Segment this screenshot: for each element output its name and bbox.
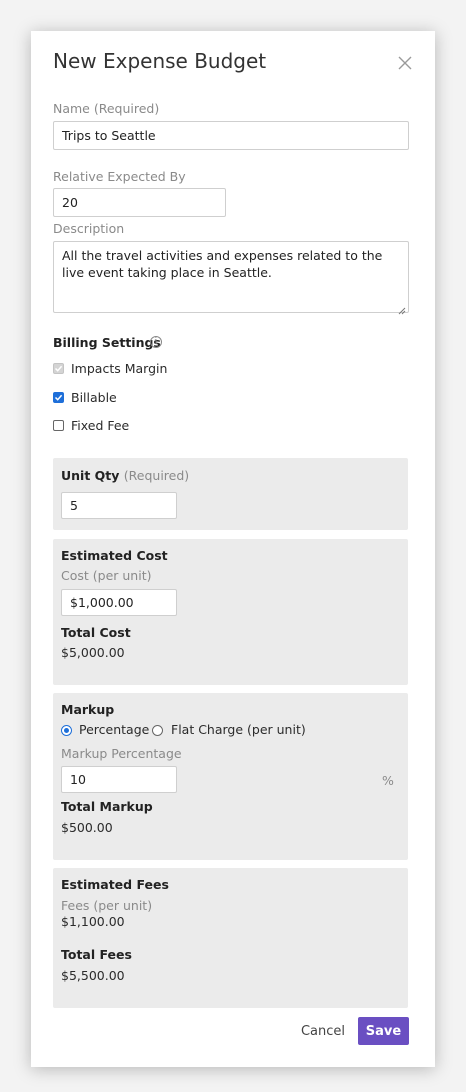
flat-charge-radio-label: Flat Charge (per unit) <box>171 722 306 737</box>
estimated-cost-title: Estimated Cost <box>61 548 168 563</box>
fees-per-unit-value: $1,100.00 <box>61 914 125 929</box>
billable-checkbox[interactable] <box>53 392 64 403</box>
estimated-fees-title: Estimated Fees <box>61 877 169 892</box>
impacts-margin-checkbox[interactable] <box>53 363 64 374</box>
relative-expected-label: Relative Expected By <box>53 169 186 184</box>
total-cost-title: Total Cost <box>61 625 131 640</box>
dialog-title: New Expense Budget <box>53 49 267 73</box>
billing-settings-title: Billing Settings <box>53 335 161 350</box>
description-textarea[interactable]: All the travel activities and expenses r… <box>53 241 409 315</box>
fixed-fee-checkbox[interactable] <box>53 420 64 431</box>
total-fees-title: Total Fees <box>61 947 132 962</box>
unit-qty-title: Unit Qty (Required) <box>61 468 189 483</box>
name-label: Name (Required) <box>53 101 160 116</box>
total-cost-value: $5,000.00 <box>61 645 125 660</box>
info-icon[interactable]: i <box>150 336 162 348</box>
unit-qty-panel: Unit Qty (Required) 5 <box>53 458 408 530</box>
estimated-cost-panel: Estimated Cost Cost (per unit) $1,000.00… <box>53 539 408 685</box>
billable-label: Billable <box>71 390 117 405</box>
close-icon[interactable] <box>395 53 415 73</box>
total-markup-title: Total Markup <box>61 799 153 814</box>
cost-per-unit-label: Cost (per unit) <box>61 568 152 583</box>
name-input[interactable]: Trips to Seattle <box>53 121 409 150</box>
fixed-fee-label: Fixed Fee <box>71 418 130 433</box>
description-text: All the travel activities and expenses r… <box>62 248 383 280</box>
relative-expected-input[interactable]: 20 <box>53 188 226 217</box>
expense-budget-dialog: New Expense Budget Name (Required) Trips… <box>31 31 435 1067</box>
total-markup-value: $500.00 <box>61 820 113 835</box>
estimated-fees-panel: Estimated Fees Fees (per unit) $1,100.00… <box>53 868 408 1008</box>
flat-charge-radio[interactable] <box>152 725 163 736</box>
percentage-radio-label: Percentage <box>79 722 150 737</box>
cost-per-unit-input[interactable]: $1,000.00 <box>61 589 177 616</box>
impacts-margin-label: Impacts Margin <box>71 361 168 376</box>
markup-percentage-input[interactable]: 10 <box>61 766 177 793</box>
description-label: Description <box>53 221 125 236</box>
fees-per-unit-label: Fees (per unit) <box>61 898 153 913</box>
percent-suffix: % <box>382 773 394 788</box>
percentage-radio[interactable] <box>61 725 72 736</box>
unit-qty-title-text: Unit Qty <box>61 468 120 483</box>
resize-handle-icon[interactable] <box>398 302 406 315</box>
total-fees-value: $5,500.00 <box>61 968 125 983</box>
unit-qty-input[interactable]: 5 <box>61 492 177 519</box>
unit-qty-required: (Required) <box>123 468 190 483</box>
save-button[interactable]: Save <box>358 1017 409 1045</box>
markup-panel: Markup Percentage Flat Charge (per unit)… <box>53 693 408 860</box>
markup-title: Markup <box>61 702 115 717</box>
cancel-button[interactable]: Cancel <box>293 1017 353 1045</box>
markup-percentage-label: Markup Percentage <box>61 746 182 761</box>
